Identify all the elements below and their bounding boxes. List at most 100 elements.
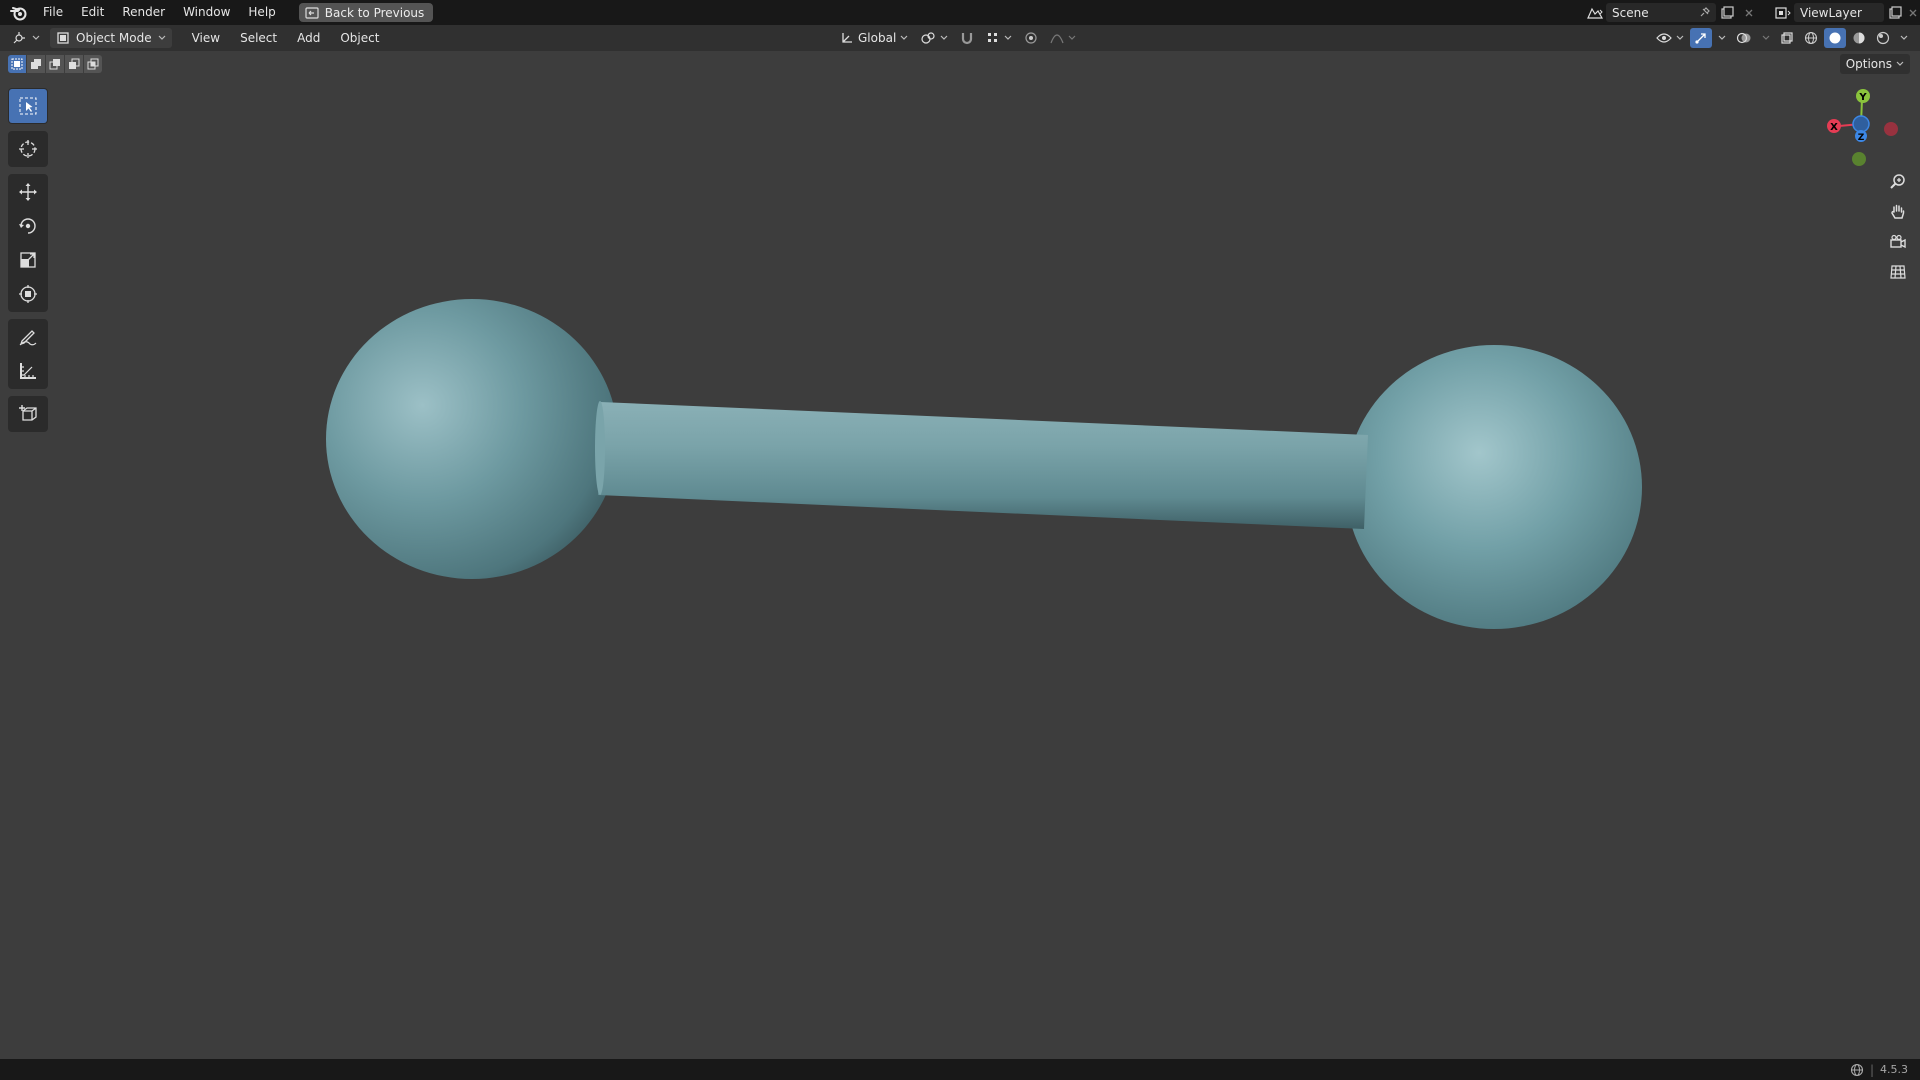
shading-rendered-button[interactable] [1872, 28, 1894, 48]
back-to-previous-button[interactable]: Back to Previous [298, 3, 434, 22]
viewport-navigation-buttons [1884, 168, 1912, 288]
pan-view-button[interactable] [1884, 198, 1912, 226]
dumbbell-object[interactable] [326, 299, 1642, 629]
grid-perspective-icon [1890, 265, 1906, 279]
gizmo-y-label: Y [1858, 92, 1867, 103]
shading-material-button[interactable] [1848, 28, 1870, 48]
3d-viewport-icon [13, 32, 25, 44]
chevron-down-icon [158, 35, 166, 40]
shading-options-dropdown[interactable] [1896, 28, 1912, 48]
rotate-tool[interactable] [9, 209, 47, 243]
view-layer-name-field[interactable]: ViewLayer [1794, 3, 1884, 22]
proportional-editing-toggle[interactable] [1020, 28, 1042, 48]
transform-icon [19, 285, 37, 303]
header-menu-add[interactable]: Add [287, 25, 330, 51]
scene-type-icon[interactable] [1584, 3, 1606, 22]
new-scene-icon[interactable] [1716, 3, 1738, 22]
tool-group-transform [8, 174, 48, 312]
overlays-toggle[interactable] [1732, 28, 1756, 48]
zoom-view-button[interactable] [1884, 168, 1912, 196]
back-to-previous-label: Back to Previous [324, 5, 425, 20]
move-tool[interactable] [9, 175, 47, 209]
chevron-down-icon [1004, 35, 1012, 40]
header-menu-select[interactable]: Select [230, 25, 287, 51]
top-menu-bar: File Edit Render Window Help Back to Pre… [0, 0, 1920, 25]
chevron-down-icon [1900, 35, 1908, 40]
pivot-point-dropdown[interactable] [916, 28, 952, 48]
object-mode-label: Object Mode [76, 31, 152, 45]
add-cube-icon [19, 405, 37, 421]
pencil-icon [19, 330, 37, 346]
pin-icon[interactable] [1698, 6, 1710, 19]
connecting-cylinder-mesh[interactable] [598, 402, 1368, 529]
shading-solid-button[interactable] [1824, 28, 1846, 48]
overlays-icon [1736, 32, 1751, 44]
menu-window[interactable]: Window [174, 0, 239, 25]
solid-sphere-icon [1829, 32, 1841, 44]
eye-icon [1656, 33, 1672, 43]
chevron-down-icon [1718, 35, 1726, 40]
new-view-layer-icon[interactable] [1884, 3, 1906, 22]
view-layer-type-icon[interactable] [1772, 3, 1794, 22]
object-mode-dropdown[interactable]: Object Mode [50, 28, 172, 48]
tool-group-select [8, 88, 48, 124]
add-cube-tool[interactable] [9, 397, 47, 431]
gizmo-toggle[interactable] [1690, 28, 1712, 48]
chevron-down-icon [32, 35, 40, 40]
header-menu-object[interactable]: Object [330, 25, 389, 51]
view-layer-name-value: ViewLayer [1800, 5, 1862, 20]
transform-orientation-dropdown[interactable]: Global [836, 28, 912, 48]
right-sphere-mesh[interactable] [1346, 345, 1642, 629]
perspective-toggle-button[interactable] [1884, 258, 1912, 286]
scale-tool[interactable] [9, 243, 47, 277]
scale-icon [20, 252, 36, 268]
overlays-dropdown[interactable] [1758, 28, 1774, 48]
snap-target-dropdown[interactable] [982, 28, 1016, 48]
editor-type-dropdown[interactable] [8, 28, 44, 48]
tool-group-cursor [8, 131, 48, 167]
chevron-down-icon [940, 35, 948, 40]
header-menu-view[interactable]: View [182, 25, 230, 51]
chevron-down-icon [900, 35, 908, 40]
orientation-axes-icon [842, 33, 852, 43]
cursor-tool[interactable] [9, 132, 47, 166]
gizmo-negative-x[interactable] [1884, 122, 1898, 136]
menu-render[interactable]: Render [113, 0, 174, 25]
transform-orientation-label: Global [858, 31, 897, 45]
left-sphere-mesh[interactable] [326, 299, 618, 579]
blender-version: 4.5.3 [1880, 1063, 1908, 1076]
globe-network-icon[interactable] [1850, 1063, 1864, 1077]
menu-file[interactable]: File [34, 0, 72, 25]
measure-tool[interactable] [9, 354, 47, 388]
camera-view-button[interactable] [1884, 228, 1912, 256]
xray-toggle[interactable] [1776, 28, 1798, 48]
ruler-icon [20, 363, 36, 379]
menu-edit[interactable]: Edit [72, 0, 113, 25]
navigation-gizmo[interactable]: X Y Z [1816, 84, 1906, 174]
visibility-dropdown[interactable] [1652, 28, 1688, 48]
menu-help[interactable]: Help [239, 0, 284, 25]
tool-group-annotate [8, 319, 48, 389]
3d-viewport-canvas[interactable] [0, 51, 1920, 1059]
gizmo-negative-y[interactable] [1852, 152, 1866, 166]
proportional-falloff-dropdown[interactable] [1046, 28, 1080, 48]
blender-logo-icon[interactable] [4, 0, 34, 25]
scene-name-field[interactable]: Scene [1606, 3, 1716, 22]
shading-wireframe-button[interactable] [1800, 28, 1822, 48]
falloff-curve-icon [1050, 34, 1064, 44]
cylinder-cap-shade [595, 401, 605, 495]
object-mode-icon [57, 32, 69, 44]
transform-tool[interactable] [9, 277, 47, 311]
annotate-tool[interactable] [9, 320, 47, 354]
screen-back-icon [305, 6, 319, 19]
move-arrows-icon [19, 183, 37, 201]
material-sphere-icon [1853, 32, 1865, 44]
delete-scene-icon[interactable] [1738, 3, 1760, 22]
snap-toggle[interactable] [956, 28, 978, 48]
select-box-tool[interactable] [9, 89, 47, 123]
gizmo-x-label: X [1830, 122, 1838, 133]
magnet-icon [962, 33, 973, 45]
delete-view-layer-icon[interactable] [1906, 3, 1920, 22]
gizmo-icon [1695, 33, 1706, 44]
gizmo-dropdown[interactable] [1714, 28, 1730, 48]
